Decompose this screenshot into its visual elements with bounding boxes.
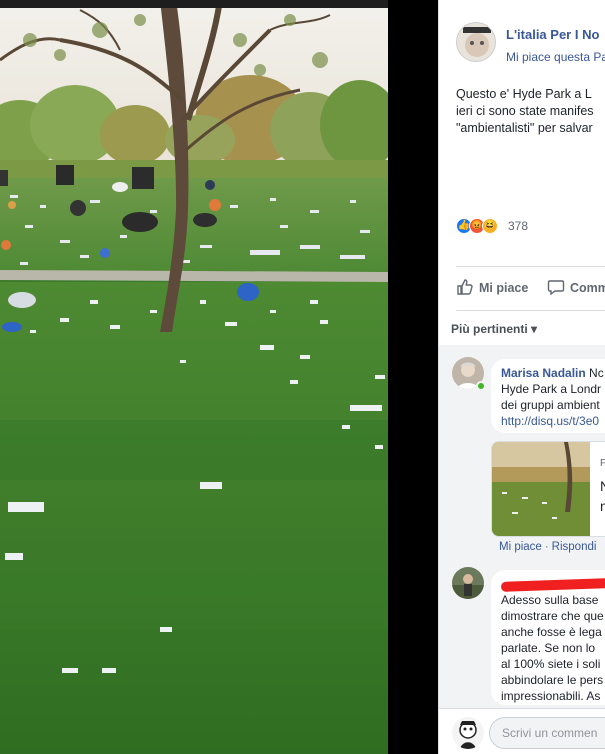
comment-sort-dropdown[interactable]: Più pertinenti ▾ bbox=[451, 322, 537, 336]
comment-reply-button[interactable]: Rispondi bbox=[552, 541, 597, 553]
link-preview-card[interactable]: F N n bbox=[491, 441, 605, 537]
reaction-count: 378 bbox=[508, 219, 529, 233]
post-text: Questo e' Hyde Park a L ieri ci sono sta… bbox=[456, 86, 605, 137]
post-text-line: ieri ci sono state manifes bbox=[456, 104, 594, 118]
page-name-link[interactable]: L'italia Per I No bbox=[506, 27, 599, 42]
comment-text-line: al 100% siete i soli bbox=[501, 657, 601, 671]
park-litter-photo bbox=[0, 0, 388, 754]
divider bbox=[456, 266, 605, 267]
comment-like-button[interactable]: Mi piace bbox=[499, 541, 542, 553]
redacted-author-name bbox=[500, 577, 605, 592]
comment-list: Marisa Nadalin Nc Hyde Park a Londr dei … bbox=[439, 345, 605, 710]
post-header: L'italia Per I No Mi piace questa Pa bbox=[439, 18, 605, 78]
comment-text-line: dei gruppi ambient bbox=[501, 398, 600, 412]
comment-input[interactable]: Scrivi un commen bbox=[489, 717, 605, 749]
comment-bubble: Adesso sulla base dimostrare che que anc… bbox=[491, 570, 605, 705]
current-user-avatar bbox=[452, 717, 484, 749]
comment-actions: Mi piace · Rispondi bbox=[499, 541, 596, 553]
comment-bubble: Marisa Nadalin Nc Hyde Park a Londr dei … bbox=[491, 359, 605, 433]
comment-author-suffix: Nc bbox=[585, 366, 604, 380]
link-preview-title: N bbox=[600, 478, 605, 494]
comment-text-line: parlate. Se non lo bbox=[501, 641, 596, 655]
comment-button[interactable]: Comm bbox=[547, 278, 605, 299]
photo-viewer-gap bbox=[388, 0, 438, 754]
separator-dot: · bbox=[544, 541, 549, 553]
speech-bubble-icon bbox=[547, 278, 565, 299]
comment-text-line: impressionabili. As bbox=[501, 689, 601, 703]
link-preview-desc: n bbox=[600, 498, 605, 514]
comment-link[interactable]: http://disq.us/t/3e0 bbox=[501, 413, 605, 429]
comment-text-line: abbindolare le pers bbox=[501, 673, 604, 687]
comment-text-line: Adesso sulla base bbox=[501, 593, 599, 607]
comment-text-line: anche fosse è lega bbox=[501, 625, 602, 639]
page-like-link[interactable]: Mi piace questa Pa bbox=[506, 50, 605, 64]
post-text-line: "ambientalisti" per salvar bbox=[456, 121, 593, 135]
post-text-line: Questo e' Hyde Park a L bbox=[456, 87, 592, 101]
avatar[interactable] bbox=[452, 567, 484, 599]
comment-text-line: Hyde Park a Londr bbox=[501, 382, 602, 396]
thumbs-up-icon bbox=[456, 278, 474, 299]
comment-composer: Scrivi un commen bbox=[439, 708, 605, 754]
comment-button-label: Comm bbox=[570, 280, 605, 295]
haha-reaction-icon: 😆 bbox=[482, 218, 498, 234]
page-avatar[interactable] bbox=[456, 22, 496, 62]
link-preview-source: F bbox=[600, 458, 605, 469]
online-status-dot bbox=[476, 381, 486, 391]
like-button-label: Mi piace bbox=[479, 280, 529, 295]
divider bbox=[456, 310, 605, 311]
link-preview-thumbnail bbox=[492, 442, 590, 536]
comment-author-link[interactable]: Marisa Nadalin bbox=[501, 366, 586, 380]
comments-pane: L'italia Per I No Mi piace questa Pa Que… bbox=[438, 0, 605, 754]
like-button[interactable]: Mi piace bbox=[456, 278, 528, 299]
post-photo[interactable] bbox=[0, 0, 388, 754]
comment-text-line: dimostrare che que bbox=[501, 609, 604, 623]
